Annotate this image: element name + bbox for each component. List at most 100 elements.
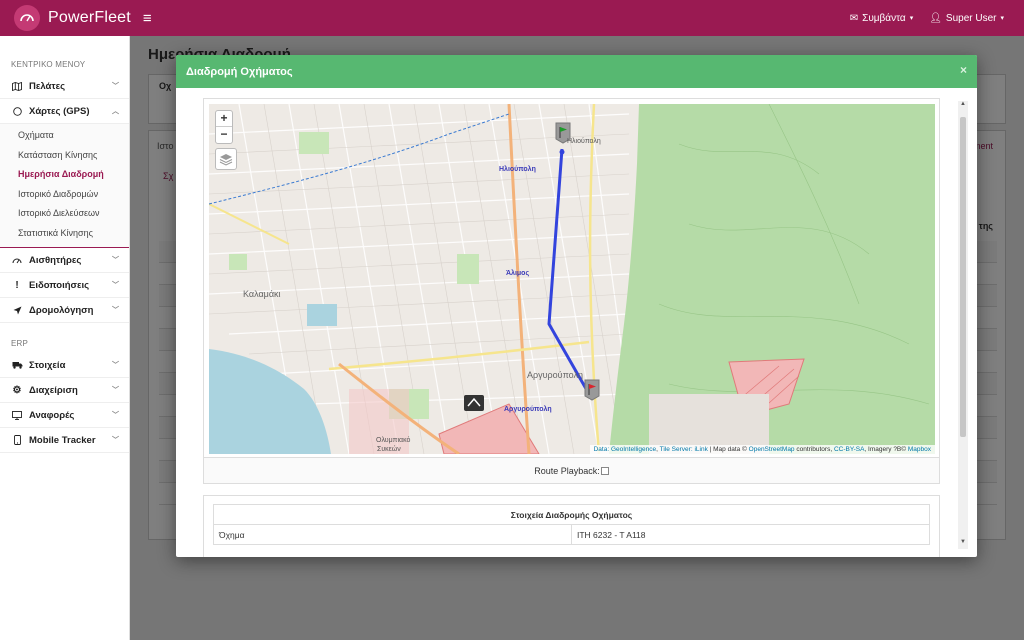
- messages-label: Συμβάντα: [862, 12, 906, 24]
- zoom-out-button[interactable]: −: [216, 127, 232, 143]
- modal-scrollbar[interactable]: ▲ ▼: [958, 101, 968, 549]
- chevron-down-icon: ﹀: [112, 362, 119, 369]
- playback-label: Route Playback:: [534, 465, 600, 476]
- playback-checkbox[interactable]: [600, 466, 609, 475]
- place-label: Αργυρούπολη: [504, 406, 552, 413]
- submenu-item-vehicles[interactable]: Οχήματα: [0, 126, 129, 146]
- chevron-down-icon: ﹀: [112, 307, 119, 314]
- zoom-control: + −: [215, 110, 233, 144]
- sidebar: ΚΕΝΤΡΙΚΟ ΜΕΝΟΥ Πελάτες ﹀ Χάρτες (GPS) ︿ …: [0, 36, 130, 640]
- sidebar-item-customers[interactable]: Πελάτες ﹀: [0, 74, 129, 99]
- sidebar-item-mobile-tracker[interactable]: Mobile Tracker ﹀: [0, 428, 129, 453]
- sidebar-item-maps[interactable]: Χάρτες (GPS) ︿: [0, 99, 129, 124]
- sidebar-item-label: Διαχείριση: [29, 384, 78, 396]
- chevron-down-icon: ▾: [909, 15, 914, 22]
- sidebar-item-label: Χάρτες (GPS): [29, 105, 90, 117]
- modal-title: Διαδρομή Οχήματος: [186, 65, 293, 78]
- map-container: Ηλιούπολη Ηλιούπολη Άλιμος Αργυρούπολη Α…: [203, 98, 940, 458]
- user-dropdown[interactable]: 👤︎ Super User ▾: [929, 13, 1004, 24]
- attribution-text: Data:: [593, 446, 610, 453]
- layers-icon[interactable]: [215, 148, 237, 170]
- sidebar-item-label: Mobile Tracker: [29, 434, 96, 446]
- route-modal: Διαδρομή Οχήματος × Ηλιούπολη Ηλιούπολη …: [176, 55, 977, 557]
- submenu-item-movement-status[interactable]: Κατάσταση Κίνησης: [0, 146, 129, 166]
- place-label: Ηλιούπολη: [499, 166, 536, 173]
- chevron-down-icon: ▾: [1000, 15, 1004, 22]
- route-info-panel: Στοιχεία Διαδρομής Οχήματος Όχημα ΙΤΗ 62…: [203, 495, 940, 557]
- attribution-link[interactable]: OpenStreetMap: [749, 446, 795, 453]
- place-label: Συκεών: [377, 446, 401, 453]
- sidebar-section-main: ΚΕΝΤΡΙΚΟ ΜΕΝΟΥ: [11, 60, 86, 69]
- modal-body: Ηλιούπολη Ηλιούπολη Άλιμος Αργυρούπολη Α…: [176, 88, 977, 557]
- sidebar-section-erp: ERP: [11, 339, 29, 348]
- chevron-down-icon: ﹀: [112, 83, 119, 90]
- attribution-text: , Imagery ?B©: [864, 446, 907, 453]
- sidebar-item-label: Πελάτες: [29, 80, 66, 92]
- route-end-flag-icon[interactable]: [583, 379, 601, 401]
- truck-icon: [11, 361, 23, 369]
- hamburger-menu-icon[interactable]: ≡: [143, 10, 152, 27]
- sidebar-item-label: Δρομολόγηση: [29, 304, 94, 316]
- attribution-link[interactable]: GeoIntelligence: [611, 446, 656, 453]
- vehicle-marker-icon[interactable]: [463, 394, 485, 412]
- sidebar-item-sensors[interactable]: Αισθητήρες ﹀: [0, 248, 129, 273]
- brand-name: PowerFleet: [48, 9, 131, 26]
- sidebar-item-reports[interactable]: Αναφορές ﹀: [0, 403, 129, 428]
- scroll-up-icon[interactable]: ▲: [958, 101, 968, 111]
- submenu-item-passage-history[interactable]: Ιστορικό Διελεύσεων: [0, 204, 129, 224]
- attribution-link[interactable]: CC-BY-SA: [834, 446, 864, 453]
- route-playback: Route Playback:: [203, 458, 940, 484]
- info-value-vehicle: ΙΤΗ 6232 - Τ Α118: [571, 524, 930, 545]
- submenu-item-daily-route[interactable]: Ημερήσια Διαδρομή: [0, 165, 129, 185]
- sidebar-item-notifications[interactable]: ! Ειδοποιήσεις ﹀: [0, 273, 129, 298]
- info-label-vehicle: Όχημα: [213, 524, 572, 545]
- chevron-down-icon: ﹀: [112, 412, 119, 419]
- attribution-text: | Map data ©: [709, 446, 747, 453]
- top-navbar: PowerFleet ≡ ✉ Συμβάντα ▾ 👤︎ Super User …: [0, 0, 1024, 36]
- mobile-icon: [11, 435, 23, 445]
- table-row: Όχημα ΙΤΗ 6232 - Τ Α118: [213, 524, 930, 545]
- sidebar-item-label: Αισθητήρες: [29, 254, 82, 266]
- close-icon[interactable]: ×: [960, 63, 967, 77]
- speedometer-icon: [14, 5, 40, 31]
- sidebar-item-label: Στοιχεία: [29, 359, 66, 371]
- user-label: Super User: [945, 12, 997, 24]
- chevron-down-icon: ﹀: [112, 282, 119, 289]
- info-table-title: Στοιχεία Διαδρομής Οχήματος: [213, 504, 930, 525]
- modal-header: Διαδρομή Οχήματος ×: [176, 55, 977, 88]
- user-icon: 👤︎: [929, 12, 942, 24]
- zoom-in-button[interactable]: +: [216, 111, 232, 127]
- envelope-icon: ✉: [849, 12, 859, 24]
- map-attribution: Data: GeoIntelligence, Tile Server: iLin…: [589, 445, 935, 454]
- place-label: Ηλιούπολη: [567, 138, 601, 145]
- chevron-down-icon: ﹀: [112, 387, 119, 394]
- messages-dropdown[interactable]: ✉ Συμβάντα ▾: [850, 13, 913, 24]
- attribution-link[interactable]: Mapbox: [908, 446, 931, 453]
- place-label: Άλιμος: [506, 270, 530, 277]
- chevron-up-icon: ︿: [112, 108, 119, 115]
- monitor-icon: [11, 410, 23, 420]
- chevron-down-icon: ﹀: [112, 257, 119, 264]
- attribution-text: contributors,: [796, 446, 833, 453]
- sidebar-item-data[interactable]: Στοιχεία ﹀: [0, 353, 129, 378]
- logo[interactable]: PowerFleet: [14, 5, 131, 31]
- sidebar-item-management[interactable]: ⚙ Διαχείριση ﹀: [0, 378, 129, 403]
- submenu-item-route-history[interactable]: Ιστορικό Διαδρομών: [0, 185, 129, 205]
- map-icon: [11, 81, 23, 91]
- place-label: Καλαμάκι: [243, 289, 281, 299]
- circle-icon: [11, 106, 23, 116]
- route-map[interactable]: Ηλιούπολη Ηλιούπολη Άλιμος Αργυρούπολη Α…: [209, 104, 935, 454]
- location-arrow-icon: [11, 306, 23, 315]
- chevron-down-icon: ﹀: [112, 437, 119, 444]
- attribution-link[interactable]: iLink: [694, 446, 707, 453]
- route-line: [547, 148, 591, 395]
- sidebar-item-routing[interactable]: Δρομολόγηση ﹀: [0, 298, 129, 323]
- sidebar-item-label: Ειδοποιήσεις: [29, 279, 90, 291]
- exclamation-icon: !: [15, 279, 19, 291]
- place-label: Αργυρούπολη: [527, 370, 584, 380]
- scroll-thumb[interactable]: [960, 117, 966, 437]
- submenu-item-movement-stats[interactable]: Στατιστικά Κίνησης: [0, 224, 129, 244]
- route-info-table: Στοιχεία Διαδρομής Οχήματος Όχημα ΙΤΗ 62…: [213, 504, 930, 545]
- scroll-down-icon[interactable]: ▼: [958, 539, 968, 549]
- place-label: Ολυμπιακό: [376, 437, 411, 444]
